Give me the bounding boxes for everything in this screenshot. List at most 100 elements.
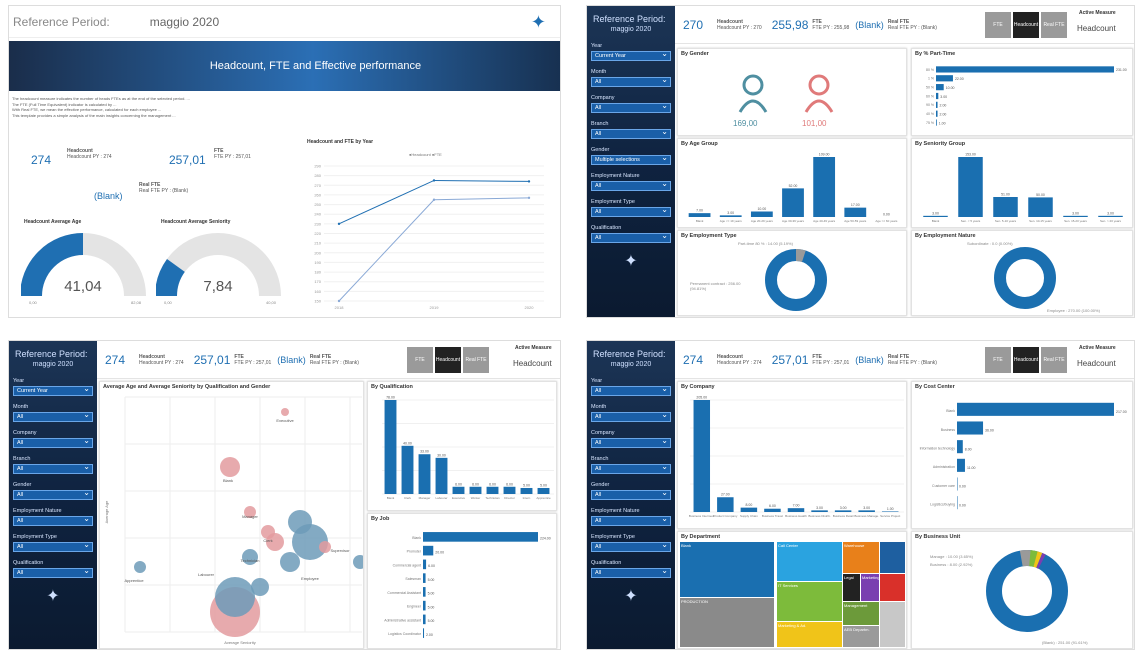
filter-qualification: Qualification All: [13, 560, 93, 578]
filter-label: Qualification: [591, 225, 622, 231]
gender-card: By Gender 169,00 101,00: [677, 48, 907, 136]
filter-dropdown[interactable]: All: [13, 462, 93, 474]
category-label: Age 50-59 years: [844, 219, 867, 223]
filter-dropdown[interactable]: Multiple selections: [591, 153, 671, 165]
bar: [958, 157, 983, 217]
bar: [423, 628, 425, 638]
donut-label: (Blank) : 251.00 (91.61%): [1042, 640, 1088, 645]
bar: [435, 457, 448, 494]
bar: [740, 507, 758, 512]
bar: [957, 477, 958, 491]
kpi-headcount: 274: [31, 151, 51, 169]
filter-dropdown[interactable]: All: [13, 566, 93, 578]
fte-toggle-button[interactable]: FTE: [985, 12, 1011, 38]
data-point: [337, 222, 341, 226]
donut-label: Part-time 80 % : 14.00 (5.19%): [738, 241, 793, 246]
headcount-fte-line-chart: 290 280 270 260 250 240 230 220 210 200 190 180 170 1…: [314, 164, 544, 310]
category-label: Logistics Coordinator: [388, 632, 422, 636]
bubble-label: Manager: [242, 514, 258, 519]
category-label: Apprentice: [536, 496, 551, 500]
treemap-cell: [880, 574, 905, 601]
filter-dropdown[interactable]: All: [591, 231, 671, 243]
data-label: 2.00: [940, 112, 947, 116]
filter-dropdown[interactable]: All: [13, 514, 93, 526]
kpi-py-label: Headcount PY :: [67, 154, 102, 160]
real-fte-toggle-button[interactable]: Real FTE: [1041, 347, 1067, 373]
headcount-toggle-button[interactable]: Headcount: [1013, 347, 1039, 373]
filter-dropdown[interactable]: All: [591, 436, 671, 448]
category-label: Business Distrib.: [808, 514, 831, 518]
treemap-cell: Warehouse: [843, 542, 879, 573]
kpi-py-value: (Blank): [921, 359, 937, 366]
bar: [844, 207, 867, 217]
category-label: 80 %: [926, 68, 934, 72]
headcount-toggle-button[interactable]: Headcount: [435, 347, 461, 373]
category-label: Sen. 5-10 years: [995, 219, 1017, 223]
filter-dropdown[interactable]: All: [591, 566, 671, 578]
treemap-cell: IT Services: [777, 582, 842, 621]
filter-dropdown[interactable]: All: [13, 436, 93, 448]
kpi-py-label: Headcount PY :: [717, 359, 752, 366]
filter-dropdown[interactable]: All: [13, 488, 93, 500]
filter-dropdown[interactable]: All: [13, 540, 93, 552]
data-point: [527, 196, 531, 200]
treemap-cell: Marketing & Ad.: [777, 622, 842, 647]
treemap-label: Management: [844, 603, 868, 608]
female-icon: [804, 74, 834, 113]
y-tick-label: 270: [314, 183, 321, 188]
filter-label: Branch: [591, 121, 609, 127]
bubble: [319, 541, 331, 553]
fte-toggle-button[interactable]: FTE: [985, 347, 1011, 373]
real-fte-toggle-button[interactable]: Real FTE: [463, 347, 489, 373]
category-label: Blank: [946, 409, 955, 413]
filter-dropdown[interactable]: All: [591, 205, 671, 217]
filter-dropdown[interactable]: Current Year: [13, 384, 93, 396]
filter-dropdown[interactable]: All: [13, 410, 93, 422]
bar: [936, 119, 937, 126]
treemap-label: Marketing: [862, 575, 879, 580]
kpi-value: (Blank): [94, 191, 123, 201]
treemap-label: PRODUCTION: [681, 599, 708, 604]
filter-dropdown[interactable]: All: [591, 75, 671, 87]
filter-dropdown[interactable]: All: [591, 462, 671, 474]
treemap-cell: Blank: [680, 542, 774, 597]
filter-dropdown[interactable]: Current Year: [591, 49, 671, 61]
x-tick-label: 2020: [525, 305, 535, 310]
headcount-toggle-button[interactable]: Headcount: [1013, 12, 1039, 38]
kpi-bar: 274 Headcount Headcount PY : 274 257,01 F…: [675, 341, 1134, 379]
filter-dropdown[interactable]: All: [591, 410, 671, 422]
bar: [936, 84, 944, 91]
filter-dropdown[interactable]: All: [591, 179, 671, 191]
kpi-fte-value: 257,01: [771, 352, 809, 367]
category-label: Business Manage.: [854, 514, 879, 518]
banner-title: Headcount, FTE and Effective performance: [209, 60, 422, 72]
filter-dropdown[interactable]: All: [591, 384, 671, 396]
filter-dropdown[interactable]: All: [591, 127, 671, 139]
filter-dropdown[interactable]: All: [591, 101, 671, 113]
filter-dropdown[interactable]: All: [591, 540, 671, 552]
age-group-card: By Age Group 7.00 Blank 3.00 Age <= 19 year…: [677, 138, 907, 228]
filter-company: Company All: [13, 430, 93, 448]
real-fte-toggle-button[interactable]: Real FTE: [1041, 12, 1067, 38]
banner: Headcount, FTE and Effective performance: [9, 41, 560, 91]
filter-employment-nature: Employment Nature All: [591, 173, 671, 191]
data-label: 6.00: [472, 482, 479, 486]
kpi-fte-value: 257,01: [193, 352, 231, 367]
fte-toggle-button[interactable]: FTE: [407, 347, 433, 373]
filter-branch: Branch All: [13, 456, 93, 474]
filter-dropdown[interactable]: All: [591, 488, 671, 500]
y-tick-label: 180: [314, 270, 321, 275]
data-label: 2.00: [426, 633, 433, 637]
data-label: 78.00: [386, 396, 395, 400]
filter-dropdown[interactable]: All: [591, 514, 671, 526]
category-label: Business Travel: [762, 514, 784, 518]
filter-branch: Branch All: [591, 121, 671, 139]
category-label: Commercial Assistant: [387, 591, 421, 595]
category-label: Age 20-29 years: [751, 219, 774, 223]
data-label: 20.00: [435, 550, 444, 554]
filter-label: Year: [591, 43, 603, 49]
bar: [1028, 197, 1053, 217]
data-label: 153.00: [965, 153, 976, 157]
bar: [834, 510, 852, 512]
kpi-py-label: FTE PY :: [812, 24, 833, 31]
